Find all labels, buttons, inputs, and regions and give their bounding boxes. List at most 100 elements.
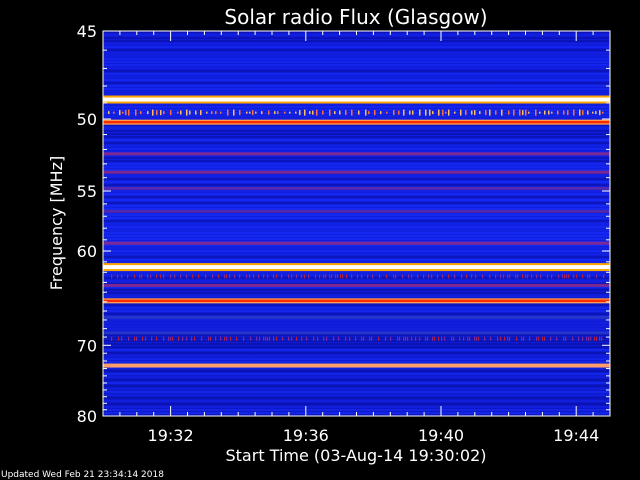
burst-spike [572,336,574,341]
burst-spike [489,109,491,116]
burst-spike [284,111,286,114]
band-line [103,152,610,156]
burst-spike [195,110,197,115]
burst-spike [489,274,491,279]
burst-spike [186,109,188,116]
burst-spike [317,336,319,341]
burst-spike [163,336,165,341]
texture-row [103,49,610,51]
burst-spike [134,274,136,279]
burst-spike [263,336,265,341]
burst-spike [288,274,290,279]
burst-spike [542,336,544,341]
texture-row [103,253,610,255]
burst-spike [380,111,382,115]
burst-spike [127,274,129,279]
texture-row [103,130,610,132]
burst-spike [398,110,400,115]
burst-spike [323,274,325,279]
burst-spike [140,111,142,115]
burst-spike [429,109,431,116]
burst-spike [322,110,324,115]
burst-spike [551,274,553,279]
texture-row [103,328,610,330]
burst-spike [588,336,590,341]
texture-row [103,238,610,240]
burst-spike [194,336,196,341]
y-tick-label: 55 [77,182,97,201]
burst-spike [249,111,251,114]
texture-row [103,82,610,84]
burst-spike [419,109,421,116]
burst-spike [142,336,144,341]
texture-row [103,64,610,66]
burst-spike [361,336,363,341]
burst-spike [306,336,308,341]
texture-row [103,220,610,222]
texture-row [103,133,610,135]
burst-spike [513,109,515,116]
burst-spike [557,110,559,115]
burst-spike [425,109,427,116]
texture-row [103,175,610,177]
burst-spike [325,274,327,279]
burst-spike [448,109,450,116]
burst-spike [586,336,588,341]
burst-spike [395,274,397,279]
burst-spike [522,110,524,116]
burst-spike [312,110,314,115]
burst-spike [565,336,567,341]
burst-spike [529,336,531,341]
burst-spike [579,109,581,116]
texture-row [103,355,610,357]
texture-row [103,85,610,87]
texture-row [103,43,610,45]
burst-spike [205,274,207,279]
burst-spike [403,336,405,341]
texture-row [103,400,610,402]
burst-spike [474,110,476,116]
texture-row [103,157,610,159]
texture-row [103,46,610,48]
burst-spike [211,111,213,115]
burst-spike [567,110,569,116]
burst-spike [141,274,143,279]
texture-row [103,181,610,183]
burst-spike [180,274,182,279]
burst-spike [365,109,367,116]
burst-spike [415,336,417,341]
burst-spike [573,274,575,279]
burst-spike [425,336,427,341]
burst-spike [478,336,480,341]
texture-row [103,304,610,306]
burst-spike [145,336,147,341]
texture-row [103,247,610,249]
burst-spike [277,111,279,115]
texture-row [103,271,610,273]
burst-spike [267,336,269,341]
burst-spike [210,336,212,341]
burst-spike [551,111,553,114]
burst-spike [576,274,578,279]
burst-spike [465,110,467,116]
band-line [103,331,610,335]
burst-spike [603,274,605,279]
texture-row [103,184,610,186]
burst-spike [432,111,434,115]
texture-row [103,388,610,390]
texture-row [103,88,610,90]
burst-spike [182,336,184,341]
texture-row [103,61,610,63]
burst-spike [246,111,248,114]
burst-spike [454,274,456,279]
burst-spike [564,274,566,279]
band-line [103,97,610,102]
band-line [103,186,610,190]
burst-spike [147,111,149,115]
texture-row [103,139,610,141]
burst-spike [220,336,222,341]
burst-spike [186,274,188,279]
burst-spike [308,274,310,279]
texture-row [103,166,610,168]
texture-row [103,292,610,294]
